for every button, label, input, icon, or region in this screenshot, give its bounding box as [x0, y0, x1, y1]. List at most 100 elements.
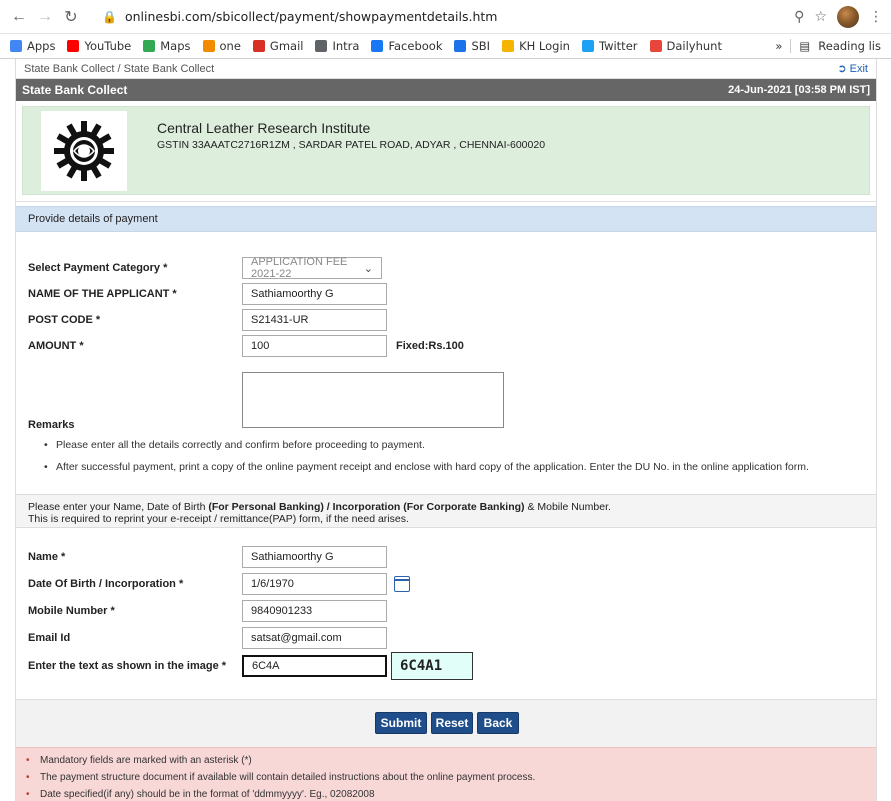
zoom-icon[interactable]: ⚲	[794, 8, 804, 25]
bookmark-item[interactable]: YouTube	[67, 39, 131, 53]
info-text-post: & Mobile Number.	[524, 501, 611, 513]
sbi-icon	[454, 40, 467, 52]
bookmark-item[interactable]: Gmail	[252, 39, 304, 53]
payment-category-label: Select Payment Category *	[28, 262, 168, 274]
reading-list-icon[interactable]: ▤	[799, 39, 810, 53]
title-bar: State Bank Collect 24-Jun-2021 [03:58 PM…	[16, 79, 876, 101]
instructions-box: Mandatory fields are marked with an aste…	[16, 747, 876, 801]
captcha-image: 6C4A1	[391, 652, 473, 680]
bookmark-star-icon[interactable]: ☆	[814, 8, 827, 25]
bookmark-item[interactable]: Intra	[315, 39, 359, 53]
info-line-2: This is required to reprint your e-recei…	[28, 513, 409, 525]
reading-list-label[interactable]: Reading lis	[818, 39, 881, 53]
url-text: onlinesbi.com/sbicollect/payment/showpay…	[124, 9, 498, 24]
bookmark-label: Apps	[27, 39, 56, 53]
bookmark-label: YouTube	[84, 39, 132, 53]
back-arrow-icon[interactable]: ←	[8, 6, 30, 28]
list-item: Date specified(if any) should be in the …	[26, 789, 868, 800]
lock-icon: 🔒	[102, 9, 117, 24]
remarks-label: Remarks	[28, 419, 75, 431]
exit-link[interactable]: ➲ Exit	[837, 62, 868, 75]
personal-info-note: Please enter your Name, Date of Birth (F…	[16, 494, 876, 528]
section-header-payment: Provide details of payment	[16, 206, 876, 232]
captcha-input[interactable]: 6C4A	[242, 655, 387, 677]
bookmark-label: Dailyhunt	[666, 39, 722, 53]
payment-category-select[interactable]: APPLICATION FEE 2021-22 ⌄	[242, 256, 382, 280]
payment-notes: Please enter all the details correctly a…	[44, 439, 809, 483]
kh-icon	[502, 40, 515, 52]
back-button[interactable]: Back	[477, 712, 519, 734]
amount-fixed-note: Fixed:Rs.100	[396, 340, 464, 352]
address-bar[interactable]: 🔒 onlinesbi.com/sbicollect/payment/showp…	[92, 4, 788, 30]
dob-input[interactable]: 1/6/1970	[242, 573, 387, 595]
calendar-icon[interactable]	[394, 576, 410, 592]
bookmark-item[interactable]: Maps	[143, 39, 191, 53]
one-icon	[202, 40, 215, 52]
bookmark-item[interactable]: KH Login	[502, 39, 570, 53]
name-input[interactable]: Sathiamoorthy G	[242, 546, 387, 568]
bookmarks-bar: Apps YouTube Maps one Gmail Intra Facebook SBI K…	[0, 34, 891, 59]
youtube-icon	[67, 40, 80, 52]
bookmark-label: Facebook	[388, 39, 443, 53]
browser-toolbar: ← → ↻ 🔒 onlinesbi.com/sbicollect/payment…	[0, 0, 891, 34]
bookmark-label: SBI	[471, 39, 491, 53]
institute-banner: Central Leather Research Institute GSTIN…	[22, 106, 870, 195]
bookmark-item[interactable]: one	[202, 39, 241, 53]
post-code-label: POST CODE *	[28, 314, 101, 326]
divider	[790, 39, 792, 53]
info-text: Please enter your Name, Date of Birth	[28, 501, 209, 513]
csir-logo-icon	[41, 110, 127, 191]
page-title: State Bank Collect	[22, 83, 128, 97]
amount-label: AMOUNT *	[28, 340, 84, 352]
institute-name: Central Leather Research Institute	[157, 120, 371, 136]
bookmark-label: one	[219, 39, 241, 53]
applicant-name-input[interactable]: Sathiamoorthy G	[242, 283, 387, 305]
maps-pin-icon	[143, 40, 156, 52]
submit-button[interactable]: Submit	[375, 712, 427, 734]
bookmark-label: Twitter	[598, 39, 638, 53]
breadcrumb-text: State Bank Collect / State Bank Collect	[24, 62, 215, 75]
bookmark-item[interactable]: Facebook	[371, 39, 442, 53]
reset-button[interactable]: Reset	[431, 712, 473, 734]
bookmark-label: Gmail	[269, 39, 304, 53]
info-bold-text: (For Personal Banking) / Incorporation (…	[208, 501, 525, 513]
bookmark-label: KH Login	[519, 39, 570, 53]
name-label: Name *	[28, 551, 66, 563]
institute-address: GSTIN 33AAATC2716R1ZM , SARDAR PATEL ROA…	[157, 139, 546, 151]
email-input[interactable]: satsat@gmail.com	[242, 627, 387, 649]
bookmark-label: Maps	[160, 39, 191, 53]
datetime: 24-Jun-2021 [03:58 PM IST]	[728, 84, 870, 96]
banner-wrap: Central Leather Research Institute GSTIN…	[16, 101, 876, 202]
bookmark-item[interactable]: Dailyhunt	[649, 39, 722, 53]
post-code-input[interactable]: S21431-UR	[242, 309, 387, 331]
institute-info: Central Leather Research Institute GSTIN…	[157, 120, 545, 151]
bookmark-item[interactable]: Twitter	[581, 39, 638, 53]
captcha-label: Enter the text as shown in the image *	[28, 660, 227, 672]
list-item: Mandatory fields are marked with an aste…	[26, 755, 868, 766]
twitter-icon	[581, 40, 594, 52]
dob-label: Date Of Birth / Incorporation *	[28, 578, 184, 590]
remarks-textarea[interactable]	[242, 372, 504, 428]
forward-arrow-icon[interactable]: →	[34, 6, 56, 28]
reload-icon[interactable]: ↻	[60, 6, 82, 28]
menu-dots-icon[interactable]: ⋮	[869, 8, 883, 25]
action-bar: Submit Reset Back	[16, 699, 876, 747]
mobile-input[interactable]: 9840901233	[242, 600, 387, 622]
apps-grid-icon	[10, 40, 22, 52]
bookmark-item[interactable]: Apps	[10, 39, 55, 53]
applicant-name-label: NAME OF THE APPLICANT *	[28, 288, 177, 300]
payment-category-value: APPLICATION FEE 2021-22	[251, 256, 348, 280]
mobile-label: Mobile Number *	[28, 605, 115, 617]
profile-avatar[interactable]	[837, 5, 859, 28]
exit-label: Exit	[849, 63, 868, 75]
list-item: Please enter all the details correctly a…	[44, 439, 809, 451]
bookmarks-overflow-icon[interactable]: »	[775, 39, 782, 53]
email-label: Email Id	[28, 632, 71, 644]
bookmark-label: Intra	[332, 39, 360, 53]
exit-icon: ➲	[837, 63, 850, 75]
page-content: State Bank Collect / State Bank Collect …	[15, 59, 877, 801]
breadcrumb: State Bank Collect / State Bank Collect …	[16, 59, 876, 79]
amount-input[interactable]: 100	[242, 335, 387, 357]
dailyhunt-icon	[649, 40, 662, 52]
bookmark-item[interactable]: SBI	[454, 39, 490, 53]
